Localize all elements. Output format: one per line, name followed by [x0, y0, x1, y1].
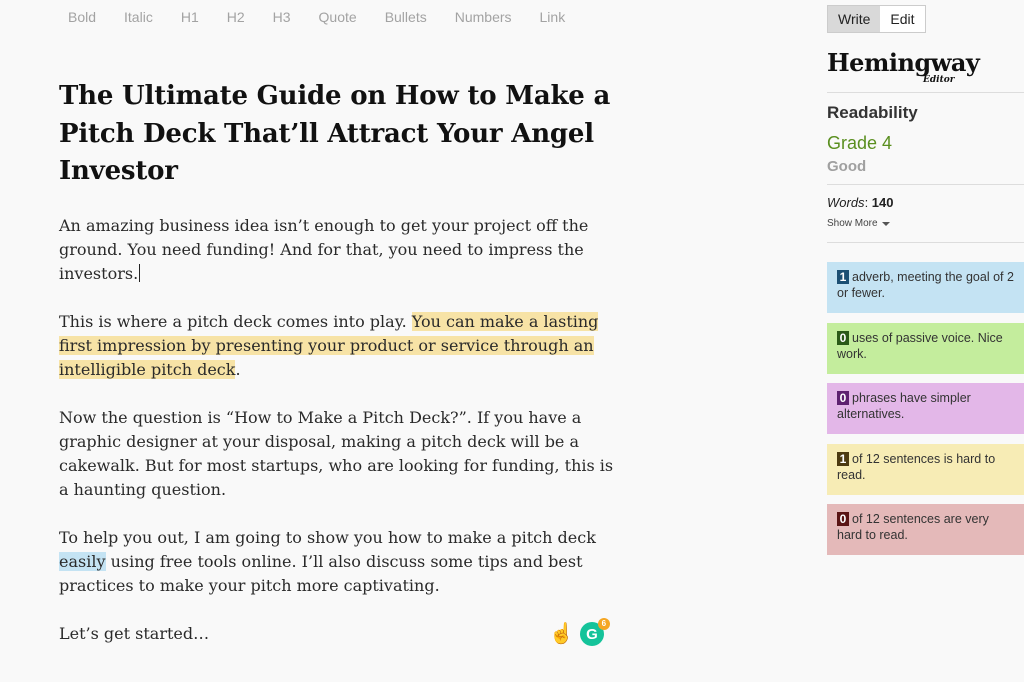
readability-label: Readability — [827, 103, 918, 122]
sidebar: Write Edit Hemingway Editor Readability … — [827, 0, 1024, 682]
h2-button[interactable]: H2 — [227, 8, 245, 26]
brand-logo: Hemingway — [827, 48, 980, 77]
hard-text: of 12 sentences is hard to read. — [837, 452, 996, 482]
very-hard-text: of 12 sentences are very hard to read. — [837, 512, 989, 542]
passive-count: 0 — [837, 331, 849, 345]
document-title[interactable]: The Ultimate Guide on How to Make a Pitc… — [59, 78, 619, 191]
paragraph-1[interactable]: An amazing business idea isn’t enough to… — [59, 214, 619, 286]
word-count-value: 140 — [871, 195, 894, 210]
word-count-label: Words — [827, 195, 865, 210]
paragraph-2[interactable]: This is where a pitch deck comes into pl… — [59, 310, 619, 382]
link-button[interactable]: Link — [540, 8, 566, 26]
divider — [827, 242, 1024, 243]
grammarly-count-badge: 6 — [597, 618, 610, 630]
passive-text: uses of passive voice. Nice work. — [837, 331, 1003, 361]
hard-to-read-card[interactable]: 1 of 12 sentences is hard to read. — [827, 444, 1024, 495]
paragraph-3-text: Now the question is “How to Make a Pitch… — [59, 407, 614, 499]
paragraph-2-text: This is where a pitch deck comes into pl… — [59, 311, 412, 331]
h3-button[interactable]: H3 — [273, 8, 291, 26]
grammarly-icon[interactable]: G 6 — [579, 618, 610, 646]
show-more-label: Show More — [827, 218, 878, 229]
paragraph-2-end: . — [235, 359, 241, 379]
passive-voice-card[interactable]: 0 uses of passive voice. Nice work. — [827, 323, 1024, 374]
adverb-highlight: easily — [59, 551, 106, 571]
pointing-finger-icon[interactable]: ☝ — [549, 622, 574, 646]
bullets-button[interactable]: Bullets — [385, 8, 427, 26]
paragraph-3[interactable]: Now the question is “How to Make a Pitch… — [59, 406, 619, 502]
divider — [827, 184, 1024, 185]
paragraph-4-end: using free tools online. I’ll also discu… — [59, 551, 583, 595]
paragraph-5[interactable]: Let’s get started… — [59, 622, 619, 646]
hard-count: 1 — [837, 452, 849, 466]
show-more-toggle[interactable]: Show More — [827, 218, 890, 229]
paragraph-4[interactable]: To help you out, I am going to show you … — [59, 526, 619, 598]
write-mode-button[interactable]: Write — [828, 6, 881, 32]
simpler-alternatives-card[interactable]: 0 phrases have simpler alternatives. — [827, 383, 1024, 434]
very-hard-count: 0 — [837, 512, 849, 526]
grade-level: Grade 4 — [827, 133, 893, 153]
grammarly-letter: G — [586, 625, 598, 643]
very-hard-to-read-card[interactable]: 0 of 12 sentences are very hard to read. — [827, 504, 1024, 555]
simpler-text: phrases have simpler alternatives. — [837, 391, 971, 421]
simpler-count: 0 — [837, 391, 849, 405]
adverb-card[interactable]: 1 adverb, meeting the goal of 2 or fewer. — [827, 262, 1024, 313]
word-count: Words: 140 — [827, 195, 894, 210]
adverb-text: adverb, meeting the goal of 2 or fewer. — [837, 270, 1014, 300]
grade-description: Good — [827, 158, 867, 175]
extension-icons: ☝ G 6 — [549, 618, 610, 646]
mode-toggle: Write Edit — [827, 5, 926, 33]
adverb-count: 1 — [837, 270, 849, 284]
brand-subtitle: Editor — [923, 75, 955, 85]
format-toolbar: Bold Italic H1 H2 H3 Quote Bullets Numbe… — [68, 8, 593, 26]
hemingway-app: Bold Italic H1 H2 H3 Quote Bullets Numbe… — [0, 0, 1024, 682]
paragraph-5-text: Let’s get started… — [59, 623, 210, 643]
divider — [827, 92, 1024, 93]
text-editor[interactable]: The Ultimate Guide on How to Make a Pitc… — [59, 78, 619, 670]
caret-down-icon — [881, 221, 890, 226]
numbers-button[interactable]: Numbers — [455, 8, 512, 26]
text-caret — [139, 263, 141, 282]
quote-button[interactable]: Quote — [319, 8, 357, 26]
paragraph-4-text: To help you out, I am going to show you … — [59, 527, 596, 547]
h1-button[interactable]: H1 — [181, 8, 199, 26]
italic-button[interactable]: Italic — [124, 8, 153, 26]
bold-button[interactable]: Bold — [68, 8, 96, 26]
edit-mode-button[interactable]: Edit — [880, 6, 924, 32]
